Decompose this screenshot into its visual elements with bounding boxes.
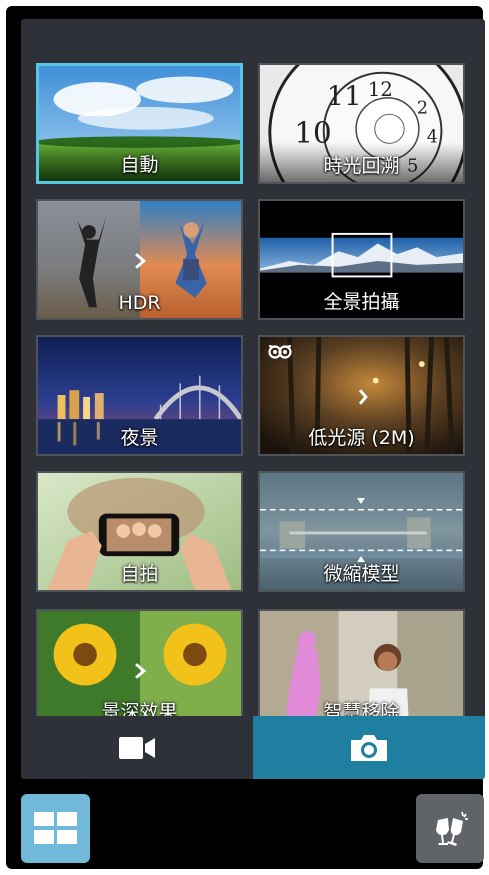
mode-tile-selfie[interactable]: 自拍 <box>36 471 243 592</box>
mode-label: 全景拍攝 <box>323 291 400 313</box>
camera-icon <box>351 734 387 761</box>
mode-label: HDR <box>118 292 161 314</box>
photo-mode-button[interactable] <box>253 716 485 779</box>
svg-text:12: 12 <box>368 78 393 101</box>
svg-text:2: 2 <box>417 98 428 118</box>
video-camera-icon <box>119 736 155 759</box>
mode-tile-time-rewind[interactable]: 11 10 12 2 4 5 時光回溯 <box>258 63 465 184</box>
camera-mode-panel: 自動 11 10 12 2 4 5 時光回溯 <box>21 19 485 779</box>
effects-button[interactable] <box>416 794 484 863</box>
mode-label: 時光回溯 <box>323 155 400 177</box>
mode-tile-panorama[interactable]: 全景拍攝 <box>258 199 465 320</box>
champagne-glasses-icon <box>436 811 468 846</box>
mode-tile-low-light[interactable]: 低光源 (2M) <box>258 335 465 456</box>
mode-tile-miniature[interactable]: 微縮模型 <box>258 471 465 592</box>
mode-label: 夜景 <box>120 427 159 449</box>
grid-icon <box>34 812 77 844</box>
owl-icon <box>268 345 292 359</box>
mode-label: 低光源 (2M) <box>308 427 415 449</box>
mode-label: 智慧移除 <box>323 701 400 716</box>
mode-tile-night[interactable]: 夜景 <box>36 335 243 456</box>
mode-label: 微縮模型 <box>323 563 400 585</box>
mode-label: 景深效果 <box>101 701 178 716</box>
svg-text:11: 11 <box>327 82 362 113</box>
mode-tile-hdr[interactable]: HDR <box>36 199 243 320</box>
mode-tile-smart-remove[interactable]: 智慧移除 <box>258 609 465 716</box>
mode-label: 自拍 <box>120 563 159 585</box>
modes-button[interactable] <box>21 794 90 863</box>
mode-tile-depth-of-field[interactable]: 景深效果 <box>36 609 243 716</box>
mode-grid: 自動 11 10 12 2 4 5 時光回溯 <box>21 19 485 716</box>
capture-mode-bar <box>21 716 485 779</box>
mode-tile-auto[interactable]: 自動 <box>36 63 243 184</box>
mode-label: 自動 <box>120 154 159 176</box>
video-mode-button[interactable] <box>21 716 253 779</box>
